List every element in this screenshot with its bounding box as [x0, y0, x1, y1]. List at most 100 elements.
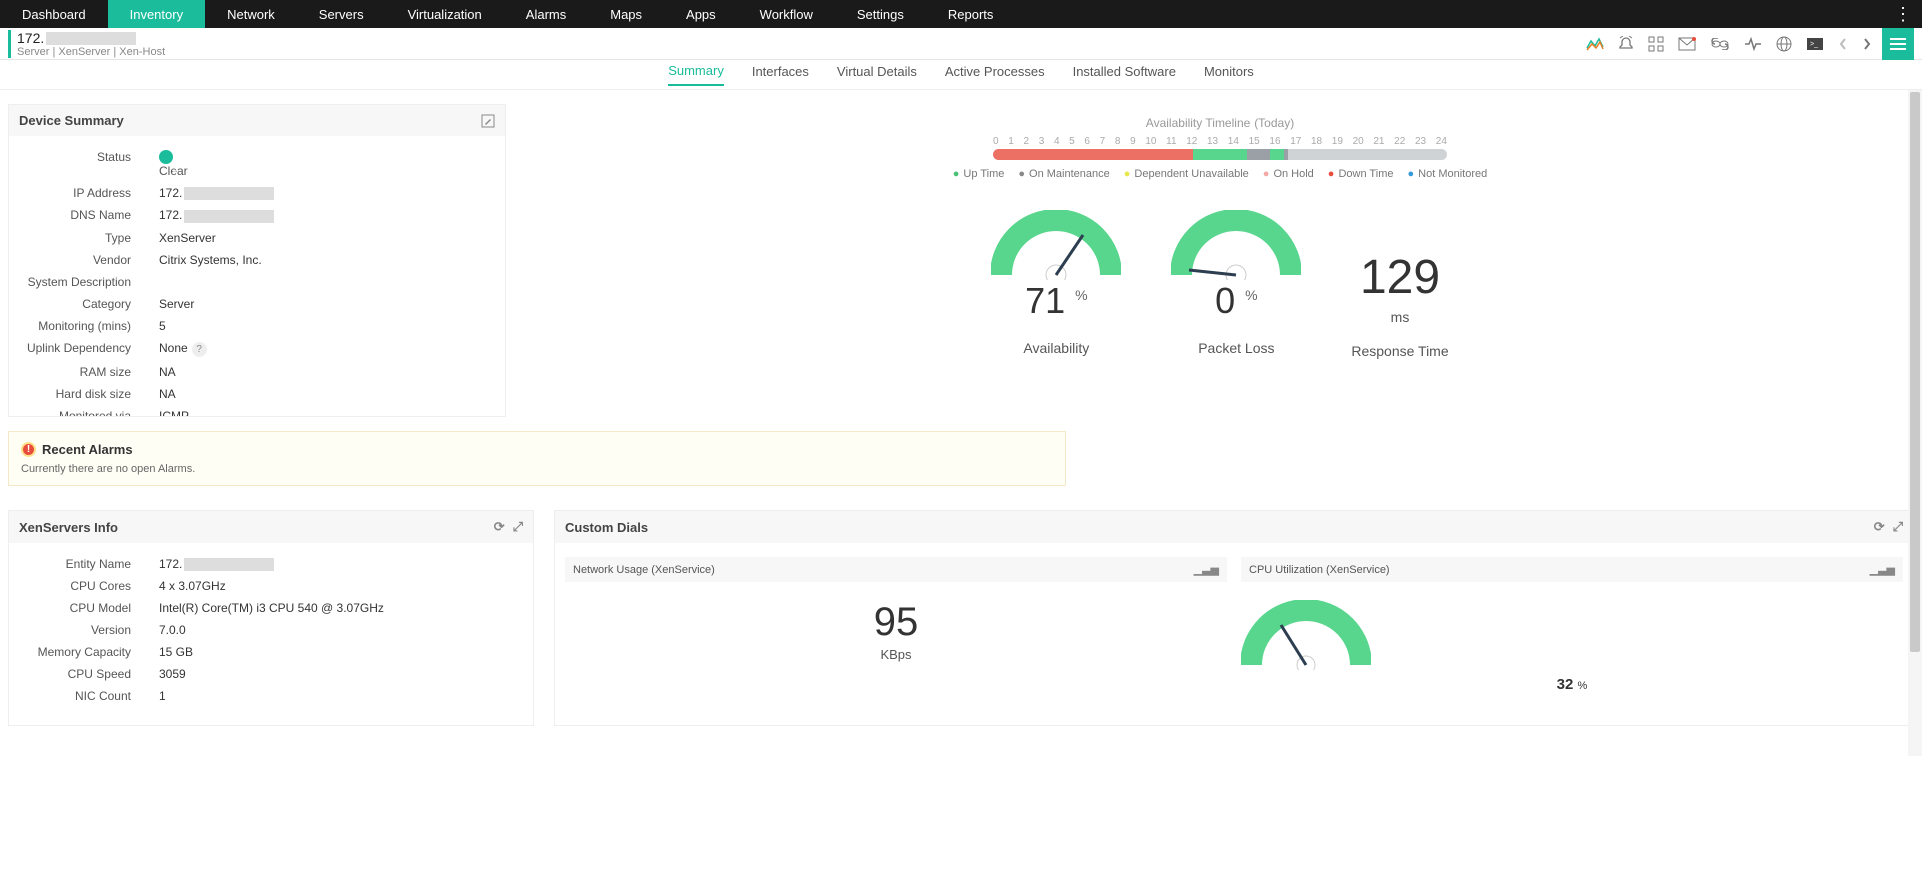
model-label: CPU Model [19, 601, 159, 615]
device-summary-title: Device Summary [19, 113, 124, 128]
memory-label: Memory Capacity [19, 645, 159, 659]
cpu-util-card: CPU Utilization (XenService) ▁▃▅ 32 % [1241, 557, 1903, 711]
tab-monitors[interactable]: Monitors [1204, 64, 1254, 85]
response-time-block: 129 ms Response Time [1351, 210, 1448, 359]
dials-title: Custom Dials [565, 520, 648, 535]
net-title: Network Usage (XenService) [573, 564, 715, 576]
bar-chart-icon[interactable]: ▁▃▅ [1194, 563, 1219, 576]
hamburger-menu[interactable] [1882, 28, 1914, 60]
timeline-seg-up [1270, 149, 1284, 160]
alarms-message: Currently there are no open Alarms. [21, 463, 1053, 475]
via-value: ICMP [159, 409, 189, 416]
tab-summary[interactable]: Summary [668, 63, 724, 86]
category-value: Server [159, 297, 194, 311]
type-label: Type [19, 231, 159, 245]
chevron-left-icon[interactable] [1838, 37, 1848, 51]
link-icon[interactable] [1710, 38, 1730, 50]
nav-alarms[interactable]: Alarms [504, 0, 588, 28]
expand-icon[interactable]: ⤢ [1893, 519, 1903, 535]
legend-dep: Dependent Unavailable [1124, 168, 1249, 180]
entity-value: 172. [159, 557, 274, 571]
disk-label: Hard disk size [19, 387, 159, 401]
grid-icon[interactable] [1648, 36, 1664, 52]
terminal-icon[interactable]: >_ [1806, 37, 1824, 51]
status-label: Status [19, 150, 159, 178]
timeline-seg-maint [1247, 149, 1270, 160]
edit-icon[interactable] [481, 114, 495, 128]
timeline-seg-down [993, 149, 1193, 160]
gauge-arc-icon [1241, 600, 1371, 670]
nav-virtualization[interactable]: Virtualization [386, 0, 504, 28]
nav-settings[interactable]: Settings [835, 0, 926, 28]
dns-value: 172. [159, 208, 274, 222]
speed-label: CPU Speed [19, 667, 159, 681]
ip-value: 172. [159, 186, 274, 200]
tab-virtual-details[interactable]: Virtual Details [837, 64, 917, 85]
mail-icon[interactable] [1678, 37, 1696, 51]
uplink-value: None? [159, 341, 207, 357]
ip-label: IP Address [19, 186, 159, 200]
nav-servers[interactable]: Servers [297, 0, 386, 28]
refresh-icon[interactable]: ⟳ [1874, 519, 1885, 535]
nav-apps[interactable]: Apps [664, 0, 738, 28]
refresh-icon[interactable]: ⟳ [494, 519, 505, 535]
xenservers-info-panel: XenServers Info ⟳ ⤢ Entity Name172. CPU … [8, 510, 534, 726]
nav-dashboard[interactable]: Dashboard [0, 0, 108, 28]
vendor-value: Citrix Systems, Inc. [159, 253, 262, 267]
xen-title: XenServers Info [19, 520, 118, 535]
tab-interfaces[interactable]: Interfaces [752, 64, 809, 85]
disk-value: NA [159, 387, 176, 401]
cpu-value: 32 % [1241, 676, 1903, 693]
memory-value: 15 GB [159, 645, 193, 659]
ram-value: NA [159, 365, 176, 379]
recent-alarms-panel: !Recent Alarms Currently there are no op… [8, 431, 1066, 486]
tab-row: Summary Interfaces Virtual Details Active P… [0, 60, 1922, 90]
legend-maint: On Maintenance [1018, 168, 1109, 180]
speed-value: 3059 [159, 667, 186, 681]
bell-icon[interactable] [1618, 36, 1634, 52]
net-unit: KBps [565, 647, 1227, 662]
cores-value: 4 x 3.07GHz [159, 579, 226, 593]
pulse-icon[interactable] [1744, 37, 1762, 51]
device-ip: 172. [17, 30, 165, 46]
legend-nm: Not Monitored [1407, 168, 1487, 180]
expand-icon[interactable]: ⤢ [513, 519, 523, 535]
scrollbar[interactable] [1908, 90, 1922, 756]
bar-chart-icon[interactable]: ▁▃▅ [1870, 563, 1895, 576]
sysdesc-label: System Description [19, 275, 159, 289]
nav-reports[interactable]: Reports [926, 0, 1016, 28]
ram-label: RAM size [19, 365, 159, 379]
more-menu-icon[interactable]: ⋮ [1884, 0, 1922, 28]
uplink-label: Uplink Dependency [19, 341, 159, 357]
tab-active-processes[interactable]: Active Processes [945, 64, 1045, 85]
nav-maps[interactable]: Maps [588, 0, 664, 28]
legend-down: Down Time [1328, 168, 1394, 180]
nav-inventory[interactable]: Inventory [108, 0, 205, 28]
status-value: Clear [159, 150, 186, 178]
globe-icon[interactable] [1776, 36, 1792, 52]
category-label: Category [19, 297, 159, 311]
chart-icon[interactable] [1586, 37, 1604, 51]
availability-gauge: 71 % Availability [991, 210, 1121, 359]
nav-workflow[interactable]: Workflow [738, 0, 835, 28]
top-nav: DashboardInventoryNetworkServersVirtuali… [0, 0, 1922, 28]
help-icon[interactable]: ? [192, 342, 207, 357]
timeline-seg-up [1193, 149, 1247, 160]
nav-network[interactable]: Network [205, 0, 297, 28]
cores-label: CPU Cores [19, 579, 159, 593]
chevron-right-icon[interactable] [1862, 37, 1872, 51]
cpu-title: CPU Utilization (XenService) [1249, 564, 1390, 576]
model-value: Intel(R) Core(TM) i3 CPU 540 @ 3.07GHz [159, 601, 384, 615]
monitoring-label: Monitoring (mins) [19, 319, 159, 333]
network-usage-card: Network Usage (XenService)▁▃▅ 95 KBps [565, 557, 1227, 711]
via-label: Monitored via [19, 409, 159, 416]
availability-title: Availability Timeline (Today) [546, 114, 1894, 130]
entity-label: Entity Name [19, 557, 159, 571]
availability-panel: Availability Timeline (Today) 0123456789… [526, 104, 1914, 417]
tab-installed-software[interactable]: Installed Software [1073, 64, 1176, 85]
nic-label: NIC Count [19, 689, 159, 703]
sub-header: 172. Server | XenServer | Xen-Host >_ [0, 28, 1922, 60]
timeline-legend: Up Time On Maintenance Dependent Unavail… [546, 168, 1894, 180]
nic-value: 1 [159, 689, 166, 703]
gauge-arc-icon [1171, 210, 1301, 280]
